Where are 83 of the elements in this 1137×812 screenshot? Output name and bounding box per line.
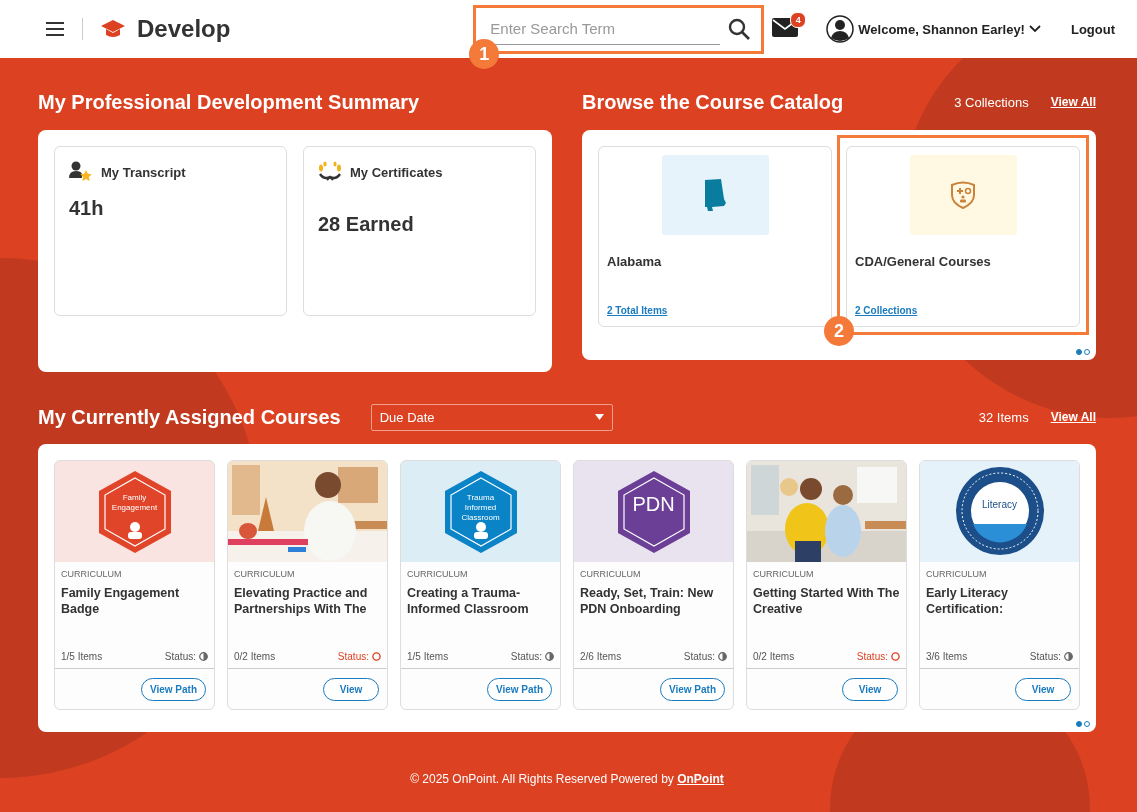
badge-label: Trauma Informed Classroom (460, 493, 501, 523)
course-count: 32 Items (978, 409, 1029, 425)
item-count: 3/6 Items (926, 651, 968, 662)
person-star-icon (69, 161, 93, 183)
collection-link[interactable]: 2 Total Items (607, 305, 823, 316)
collection-card[interactable]: CDA/General Courses 2 Collections (846, 146, 1080, 327)
course-category: CURRICULUM (61, 569, 123, 579)
tile-label: My Transcript (101, 164, 186, 180)
view-button[interactable]: View Path (659, 677, 725, 701)
summary-tile[interactable]: My Certificates 28 Earned (303, 146, 536, 316)
view-all-link[interactable]: View All (1050, 410, 1096, 424)
onpoint-link[interactable]: OnPoint (677, 772, 724, 786)
course-title: Family Engagement Badge (61, 585, 181, 617)
status-label: Status: (856, 651, 888, 662)
status-label: Status: (683, 651, 715, 662)
course-card[interactable]: Trauma Informed Classroom CURRICULUM Creating a Trauma-Informed Classroom 1/5 Items Status: View Path (400, 460, 561, 710)
course-title: Ready, Set, Train: New PDN Onboarding (580, 585, 715, 617)
step-marker: 2 (824, 316, 854, 346)
course-card[interactable]: CURRICULUM Getting Started With The Creative 0/2 Items Status: View (746, 460, 907, 710)
collection-name: CDA/General Courses (855, 254, 992, 269)
badge-label: PDN (632, 499, 675, 509)
course-category: CURRICULUM (407, 569, 469, 579)
course-title: Elevating Practice and Partnerships With The (234, 585, 369, 617)
copyright-text: © 2025 OnPoint. All Rights Reserved Powered by OnPoint (409, 772, 725, 786)
course-card[interactable]: PDN CURRICULUM Ready, Set, Train: New PDN Onboarding 2/6 Items Status: View Path (573, 460, 734, 710)
notification-count: 4 (790, 11, 807, 28)
course-category: CURRICULUM (926, 569, 988, 579)
view-button[interactable]: View (323, 677, 379, 701)
carousel-dot[interactable] (1076, 721, 1082, 727)
tile-value: 41h (69, 197, 105, 220)
item-count: 1/5 Items (61, 651, 103, 662)
item-count: 1/5 Items (407, 651, 449, 662)
carousel-dot[interactable] (1084, 349, 1090, 355)
app-title: Develop (137, 15, 231, 43)
menu-icon[interactable] (46, 22, 64, 36)
item-count: 0/2 Items (753, 651, 795, 662)
tile-label: My Certificates (350, 164, 443, 180)
course-card[interactable]: Family Engagement CURRICULUM Family Engagement Badge 1/5 Items Status: View Path (54, 460, 215, 710)
carousel-dot[interactable] (1084, 721, 1090, 727)
tile-value: 28 Earned (318, 213, 415, 236)
collection-name: Alabama (607, 254, 663, 269)
course-category: CURRICULUM (234, 569, 296, 579)
shield-icon (950, 181, 976, 209)
chevron-down-icon[interactable] (1028, 25, 1041, 33)
view-button[interactable]: View Path (486, 677, 552, 701)
view-button[interactable]: View (842, 677, 898, 701)
status-label: Status: (510, 651, 542, 662)
item-count: 0/2 Items (234, 651, 276, 662)
course-title: Creating a Trauma-Informed Classroom (407, 585, 530, 617)
badge-label: Family Engagement (110, 493, 159, 513)
course-title: Early Literacy Certification: (926, 585, 1009, 617)
status-label: Status: (1029, 651, 1061, 662)
status-label: Status: (337, 651, 369, 662)
course-card[interactable]: Literacy CURRICULUM Early Literacy Certification: 3/6 Items Status: View (919, 460, 1080, 710)
search-icon[interactable] (728, 18, 751, 40)
collection-link[interactable]: 2 Collections (855, 305, 1071, 316)
collection-card[interactable]: Alabama 2 Total Items (598, 146, 832, 327)
course-card[interactable]: CURRICULUM Elevating Practice and Partnerships With The 0/2 Items Status: View (227, 460, 388, 710)
view-button[interactable]: View Path (140, 677, 206, 701)
welcome-text[interactable]: Welcome, Shannon Earley! (858, 21, 1025, 37)
view-all-link[interactable]: View All (1050, 95, 1096, 109)
view-button[interactable]: View (1015, 677, 1071, 701)
logout-link[interactable]: Logout (1070, 21, 1115, 37)
section-title: My Currently Assigned Courses (38, 405, 341, 429)
search-field[interactable]: Enter Search Term (488, 13, 721, 45)
section-title: Browse the Course Catalog (582, 90, 844, 114)
graduation-cap-icon (101, 19, 125, 39)
course-category: CURRICULUM (580, 569, 642, 579)
badge-label: Literacy (982, 499, 1017, 510)
item-count: 2/6 Items (580, 651, 622, 662)
section-title: My Professional Development Summary (38, 90, 420, 114)
avatar-icon[interactable] (826, 15, 855, 43)
status-label: Status: (164, 651, 196, 662)
course-category: CURRICULUM (753, 569, 815, 579)
laurel-icon (318, 161, 342, 183)
dropdown-arrow-icon (594, 414, 604, 420)
course-title: Getting Started With The Creative (753, 585, 900, 617)
sort-dropdown[interactable]: Due Date (370, 403, 613, 431)
collection-count: 3 Collections (954, 94, 1029, 110)
summary-tile[interactable]: My Transcript 41h (54, 146, 287, 316)
step-marker: 1 (469, 39, 500, 69)
state-map-icon (704, 178, 726, 212)
carousel-dot[interactable] (1076, 349, 1082, 355)
